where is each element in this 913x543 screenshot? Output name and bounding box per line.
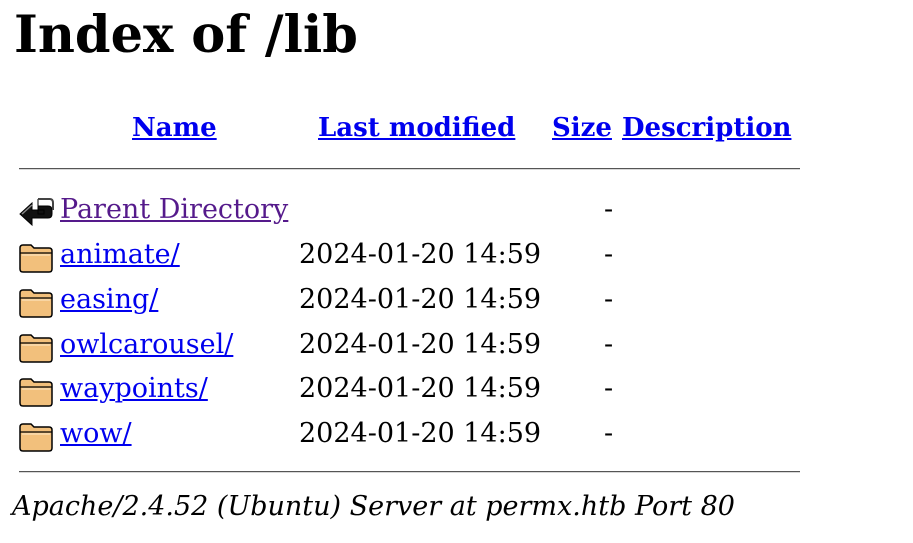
- entry-link[interactable]: waypoints/: [60, 372, 208, 406]
- list-item: easing/ 2024-01-20 14:59 -: [0, 279, 913, 323]
- back-arrow-icon: [18, 195, 54, 229]
- entry-modified: 2024-01-20 14:59: [299, 284, 542, 315]
- entry-size: -: [604, 239, 614, 270]
- folder-icon: [18, 330, 54, 364]
- parent-size: -: [604, 194, 614, 225]
- folder-icon: [18, 240, 54, 274]
- entry-size: -: [604, 373, 614, 404]
- list-item: waypoints/ 2024-01-20 14:59 -: [0, 368, 913, 412]
- entry-modified: 2024-01-20 14:59: [299, 239, 542, 270]
- folder-icon: [18, 285, 54, 319]
- list-item: animate/ 2024-01-20 14:59 -: [0, 234, 913, 278]
- sort-by-last-modified-link[interactable]: Last modified: [318, 112, 515, 144]
- sort-by-name-link[interactable]: Name: [132, 112, 217, 144]
- server-signature: Apache/2.4.52 (Ubuntu) Server at permx.h…: [12, 491, 735, 522]
- sort-by-description-link[interactable]: Description: [622, 112, 791, 144]
- folder-icon: [18, 374, 54, 408]
- entry-link[interactable]: owlcarousel/: [60, 328, 233, 362]
- folder-icon: [18, 419, 54, 453]
- list-item: wow/ 2024-01-20 14:59 -: [0, 413, 913, 457]
- entry-modified: 2024-01-20 14:59: [299, 373, 542, 404]
- parent-directory-link[interactable]: Parent Directory: [60, 193, 288, 227]
- entry-link[interactable]: wow/: [60, 417, 132, 451]
- sort-by-size-link[interactable]: Size: [552, 112, 612, 144]
- entry-size: -: [604, 418, 614, 449]
- parent-directory-row: Parent Directory -: [0, 189, 913, 233]
- footer-divider: [19, 471, 800, 473]
- entry-modified: 2024-01-20 14:59: [299, 329, 542, 360]
- entry-link[interactable]: easing/: [60, 283, 158, 317]
- page-title: Index of /lib: [14, 5, 358, 65]
- entry-modified: 2024-01-20 14:59: [299, 418, 542, 449]
- entry-link[interactable]: animate/: [60, 238, 180, 272]
- list-item: owlcarousel/ 2024-01-20 14:59 -: [0, 324, 913, 368]
- header-divider: [19, 168, 800, 170]
- entry-size: -: [604, 329, 614, 360]
- entry-size: -: [604, 284, 614, 315]
